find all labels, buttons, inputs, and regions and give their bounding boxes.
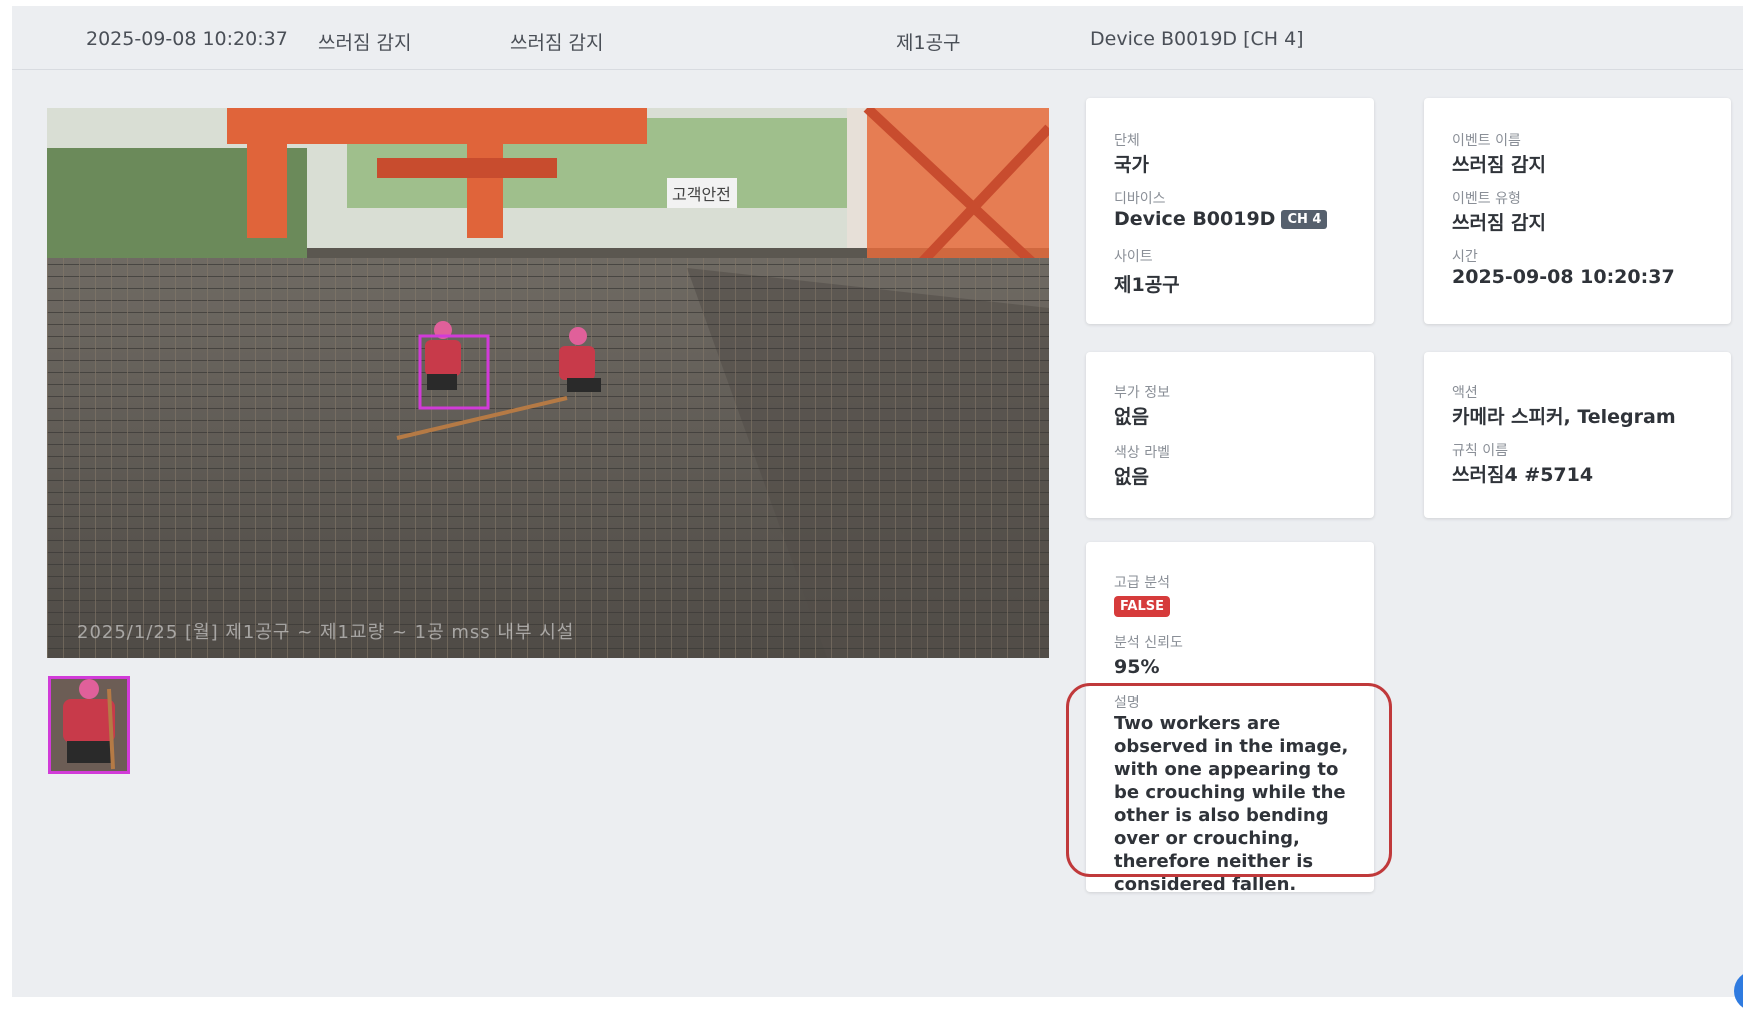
confidence-value: 95% [1114, 656, 1160, 678]
camera-snapshot[interactable]: 고객안전 2025/1/25 [월] 제1공구 ~ 제1교량 ~ 1공 mss … [47, 108, 1049, 658]
site-value: 제1공구 [1114, 274, 1180, 296]
org-label: 단체 [1114, 133, 1140, 149]
action-value: 카메라 스피커, Telegram [1452, 406, 1676, 428]
description-value: Two workers are observed in the image, w… [1114, 713, 1349, 895]
info-card-action: 액션 카메라 스피커, Telegram 규칙 이름 쓰러짐4 #5714 [1424, 352, 1731, 518]
channel-badge: CH 4 [1281, 210, 1328, 229]
confidence-label: 분석 신뢰도 [1114, 635, 1183, 651]
info-card-extra: 부가 정보 없음 색상 라벨 없음 [1086, 352, 1374, 518]
event-type-value: 쓰러짐 감지 [1452, 212, 1547, 234]
header-site: 제1공구 [896, 32, 961, 54]
advanced-analysis-label: 고급 분석 [1114, 575, 1170, 591]
time-label: 시간 [1452, 249, 1478, 265]
event-name-value: 쓰러짐 감지 [1452, 154, 1547, 176]
analysis-false-badge: FALSE [1114, 596, 1170, 617]
extra-info-value: 없음 [1114, 406, 1149, 428]
site-sign-text: 고객안전 [672, 185, 731, 204]
app-window: 2025-09-08 10:20:37 쓰러짐 감지 쓰러짐 감지 제1공구 D… [12, 6, 1743, 1011]
header-event-type: 쓰러짐 감지 [510, 32, 604, 54]
info-card-device: 단체 국가 디바이스 Device B0019D CH 4 사이트 제1공구 [1086, 98, 1374, 324]
event-header-row[interactable]: 2025-09-08 10:20:37 쓰러짐 감지 쓰러짐 감지 제1공구 D… [12, 6, 1743, 70]
color-label-value: 없음 [1114, 466, 1149, 488]
event-name-label: 이벤트 이름 [1452, 133, 1521, 149]
detection-thumbnail[interactable] [48, 676, 130, 774]
device-value-row: Device B0019D CH 4 [1114, 208, 1328, 230]
header-datetime: 2025-09-08 10:20:37 [86, 28, 288, 50]
rule-name-value: 쓰러짐4 #5714 [1452, 464, 1594, 486]
device-label: 디바이스 [1114, 191, 1166, 207]
header-event-name: 쓰러짐 감지 [318, 32, 412, 54]
description-label: 설명 [1114, 695, 1140, 711]
info-card-analysis: 고급 분석 FALSE 분석 신뢰도 95% 설명 Two workers ar… [1086, 542, 1374, 895]
event-type-label: 이벤트 유형 [1452, 191, 1521, 207]
color-label-label: 색상 라벨 [1114, 445, 1170, 461]
camera-scene-image: 고객안전 [47, 108, 1049, 658]
time-value: 2025-09-08 10:20:37 [1452, 266, 1675, 288]
org-value: 국가 [1114, 154, 1149, 176]
header-device: Device B0019D [CH 4] [1090, 28, 1304, 50]
camera-osd-text: 2025/1/25 [월] 제1공구 ~ 제1교량 ~ 1공 mss 내부 시설 [77, 622, 575, 643]
extra-info-label: 부가 정보 [1114, 385, 1170, 401]
info-card-event: 이벤트 이름 쓰러짐 감지 이벤트 유형 쓰러짐 감지 시간 2025-09-0… [1424, 98, 1731, 324]
device-value: Device B0019D [1114, 208, 1276, 230]
site-label: 사이트 [1114, 249, 1153, 265]
event-detail-panel: 고객안전 2025/1/25 [월] 제1공구 ~ 제1교량 ~ 1공 mss … [12, 70, 1743, 997]
rule-name-label: 규칙 이름 [1452, 443, 1508, 459]
thumbnail-image [51, 679, 127, 771]
action-label: 액션 [1452, 385, 1478, 401]
